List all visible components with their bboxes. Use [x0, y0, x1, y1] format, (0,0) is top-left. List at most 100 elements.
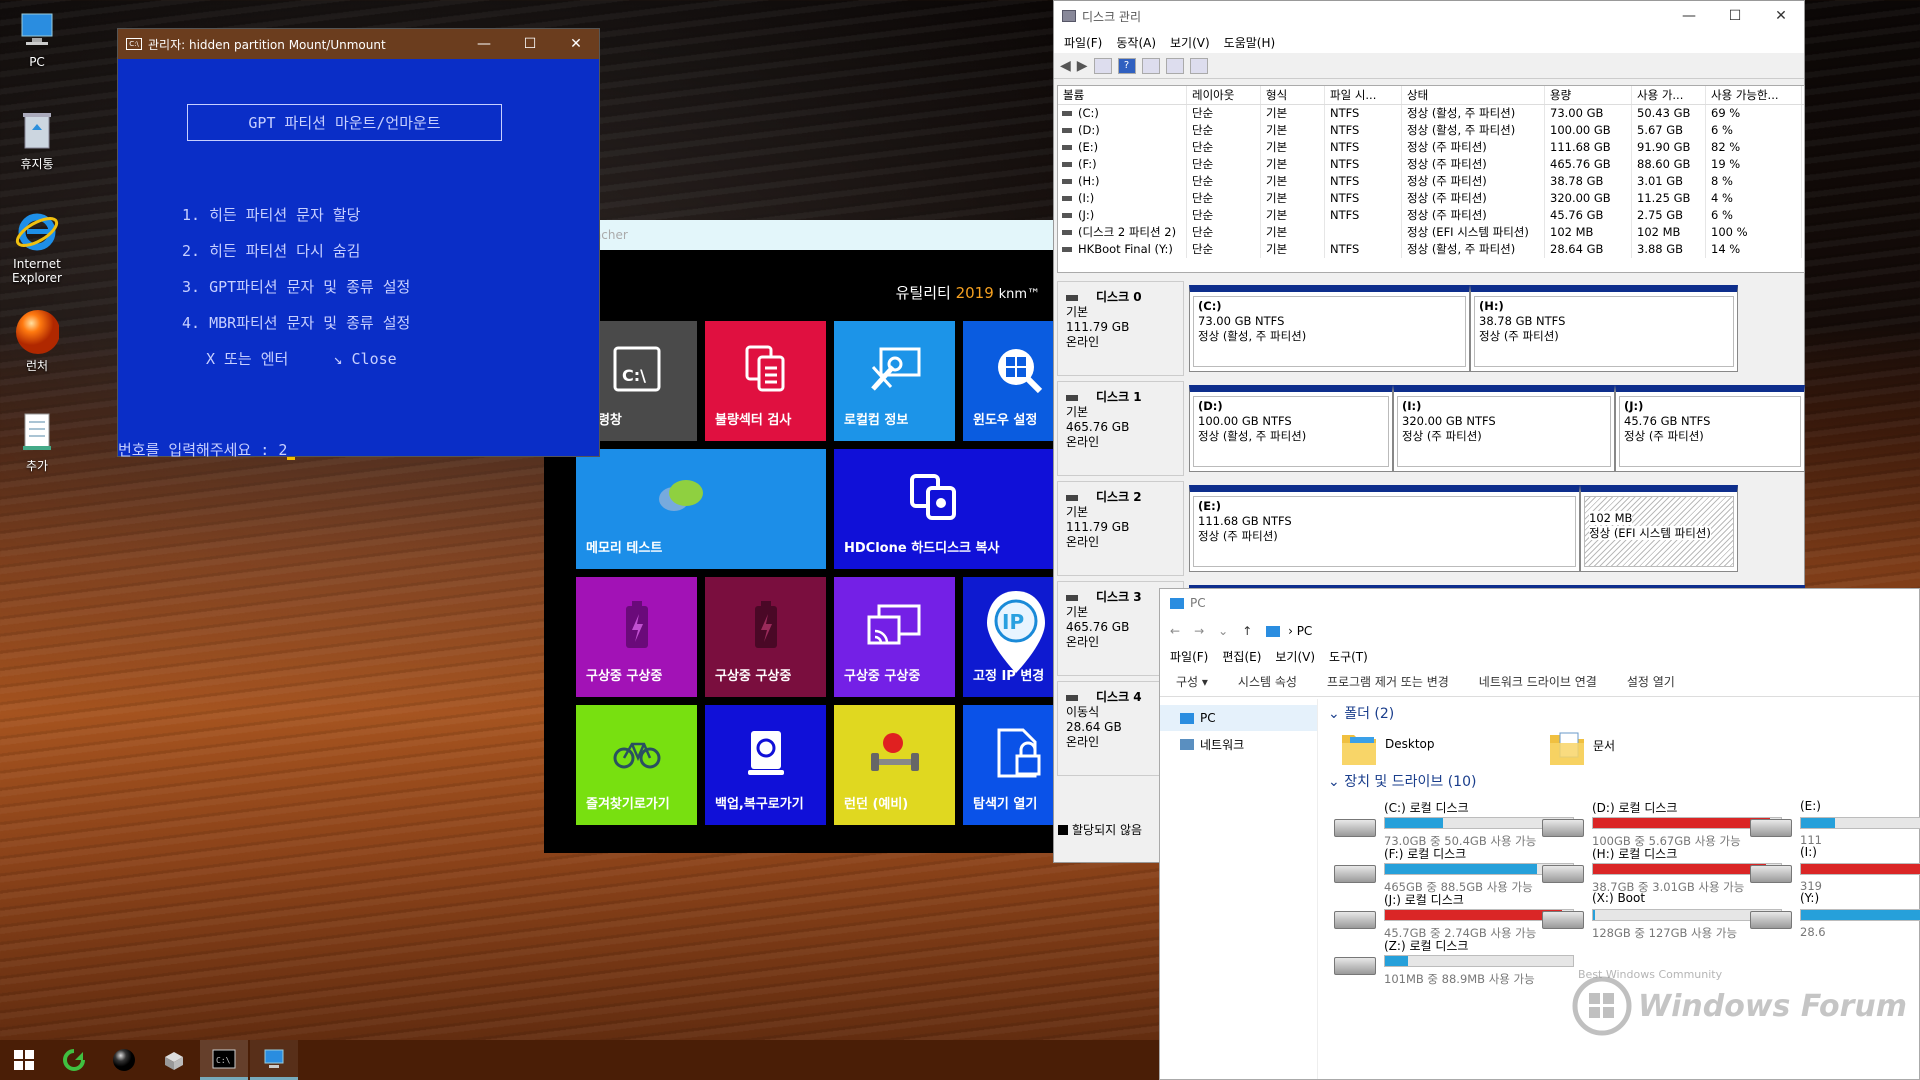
explorer-titlebar[interactable]: PC: [1160, 589, 1919, 617]
ip-location-pin-icon: IP: [986, 591, 1045, 674]
minimize-button[interactable]: —: [461, 36, 507, 52]
taskbar-sphere-app[interactable]: [100, 1040, 148, 1080]
tile-planned-2[interactable]: 구상중 구상중: [705, 577, 826, 697]
disk-management-titlebar[interactable]: 디스크 관리 — ☐ ✕: [1054, 1, 1804, 31]
tile-windows-settings[interactable]: 윈도우 설정: [963, 321, 1054, 441]
partition-i[interactable]: (I:) 320.00 GB NTFS 정상 (주 파티션): [1393, 385, 1615, 472]
menu-edit[interactable]: 편집(E): [1222, 648, 1261, 665]
menu-help[interactable]: 도움말(H): [1224, 34, 1276, 51]
desktop-icon-launcher[interactable]: 런처: [2, 310, 72, 374]
partition-d[interactable]: (D:) 100.00 GB NTFS 정상 (활성, 주 파티션): [1189, 385, 1393, 472]
launcher-titlebar[interactable]: Launcher: [544, 220, 1054, 250]
nav-item-pc[interactable]: PC: [1160, 705, 1317, 731]
partition-e[interactable]: (E:) 111.68 GB NTFS 정상 (주 파티션): [1189, 485, 1580, 572]
tile-label: 고정 IP 변경: [973, 669, 1045, 684]
menu-file[interactable]: 파일(F): [1064, 34, 1102, 51]
drive-item[interactable]: (Y:) 28.6: [1750, 891, 1920, 945]
desktop-icon-internet-explorer[interactable]: Internet Explorer: [2, 210, 72, 285]
address-text: PC: [1296, 624, 1313, 638]
col-status[interactable]: 상태: [1402, 86, 1545, 104]
volume-row[interactable]: (H:) 단순 기본 NTFS 정상 (주 파티션) 38.78 GB 3.01 GB 8 %: [1058, 173, 1804, 190]
drive-name: (Y:): [1800, 891, 1820, 905]
tile-static-ip[interactable]: IP 고정 IP 변경: [963, 577, 1054, 697]
col-type[interactable]: 형식: [1261, 86, 1325, 104]
tile-favorites[interactable]: 즐겨찾기로가기: [576, 705, 697, 825]
col-layout[interactable]: 레이아웃: [1187, 86, 1261, 104]
tile-planned-1[interactable]: 구상중 구상중: [576, 577, 697, 697]
col-filesystem[interactable]: 파일 시...: [1325, 86, 1402, 104]
volume-row[interactable]: (J:) 단순 기본 NTFS 정상 (주 파티션) 45.76 GB 2.75 GB 6 %: [1058, 207, 1804, 224]
volume-row[interactable]: (D:) 단순 기본 NTFS 정상 (활성, 주 파티션) 100.00 GB 5.67 …: [1058, 122, 1804, 139]
forward-arrow-icon[interactable]: ▶: [1077, 58, 1088, 74]
volume-row[interactable]: (디스크 2 파티션 2) 단순 기본 정상 (EFI 시스템 파티션) 102 MB 1…: [1058, 224, 1804, 241]
folder-documents[interactable]: 문서: [1548, 727, 1688, 773]
map-network-drive-button[interactable]: 네트워크 드라이브 연결: [1479, 673, 1597, 690]
menu-file[interactable]: 파일(F): [1170, 648, 1208, 665]
address-bar[interactable]: › PC: [1266, 624, 1312, 638]
tile-local-info[interactable]: 로컬컴 정보: [834, 321, 955, 441]
folders-group-header[interactable]: ⌄ 폴더 (2): [1328, 703, 1394, 723]
menu-action[interactable]: 동작(A): [1116, 34, 1156, 51]
desktop-icon-recycle-bin[interactable]: 휴지통: [2, 108, 72, 172]
disk-label[interactable]: 디스크 0 기본 111.79 GB 온라인: [1057, 281, 1184, 376]
desktop-icon-add[interactable]: 추가: [2, 410, 72, 474]
drive-item[interactable]: (Z:) 로컬 디스크 101MB 중 88.9MB 사용 가능: [1334, 937, 1584, 991]
console-titlebar[interactable]: C:\ 관리자: hidden partition Mount/Unmount …: [118, 29, 599, 59]
tile-london[interactable]: 런던 (예비): [834, 705, 955, 825]
partition-j[interactable]: (J:) 45.76 GB NTFS 정상 (주 파티션): [1615, 385, 1805, 472]
disk-label[interactable]: 디스크 1 기본 465.76 GB 온라인: [1057, 381, 1184, 476]
tile-bad-sector[interactable]: 불량섹터 검사: [705, 321, 826, 441]
partition-efi[interactable]: 102 MB 정상 (EFI 시스템 파티션): [1580, 485, 1738, 572]
organize-button[interactable]: 구성 ▾: [1176, 673, 1208, 690]
connect-icon[interactable]: [1165, 57, 1184, 74]
view-icon[interactable]: [1141, 57, 1160, 74]
col-capacity[interactable]: 용량: [1545, 86, 1632, 104]
col-free[interactable]: 사용 가...: [1632, 86, 1706, 104]
volume-row[interactable]: (F:) 단순 기본 NTFS 정상 (주 파티션) 465.76 GB 88.60 GB 1…: [1058, 156, 1804, 173]
tile-explorer[interactable]: 탐색기 열기: [963, 705, 1054, 825]
help-icon[interactable]: ?: [1117, 57, 1136, 74]
taskbar-refresh-app[interactable]: [50, 1040, 98, 1080]
close-button[interactable]: ✕: [1758, 8, 1804, 24]
menu-view[interactable]: 보기(V): [1275, 648, 1315, 665]
taskbar-drive-app[interactable]: [150, 1040, 198, 1080]
partition-h[interactable]: (H:) 38.78 GB NTFS 정상 (주 파티션): [1470, 285, 1738, 372]
volume-row[interactable]: (C:) 단순 기본 NTFS 정상 (활성, 주 파티션) 73.00 GB 50.43 …: [1058, 105, 1804, 122]
volume-row[interactable]: HKBoot Final (Y:) 단순 기본 NTFS 정상 (활성, 주 파티션) 2…: [1058, 241, 1804, 258]
disk-name: 디스크 1: [1096, 390, 1142, 404]
partition-c[interactable]: (C:) 73.00 GB NTFS 정상 (활성, 주 파티션): [1189, 285, 1470, 372]
folder-desktop[interactable]: Desktop: [1340, 727, 1480, 773]
uninstall-button[interactable]: 프로그램 제거 또는 변경: [1327, 673, 1449, 690]
forward-arrow-icon[interactable]: →: [1194, 624, 1204, 638]
up-arrow-icon[interactable]: ↑: [1242, 624, 1252, 638]
menu-tools[interactable]: 도구(T): [1329, 648, 1368, 665]
minimize-button[interactable]: —: [1666, 8, 1712, 24]
col-free-percent[interactable]: 사용 가능한...: [1706, 86, 1802, 104]
taskbar-explorer-app[interactable]: [250, 1040, 298, 1080]
volume-row[interactable]: (I:) 단순 기본 NTFS 정상 (주 파티션) 320.00 GB 11.25 GB 4…: [1058, 190, 1804, 207]
tile-backup[interactable]: 백업,복구로가기: [705, 705, 826, 825]
col-volume[interactable]: 볼륨: [1058, 86, 1187, 104]
settings-icon[interactable]: [1189, 57, 1208, 74]
tile-planned-3[interactable]: 구상중 구상중: [834, 577, 955, 697]
start-button[interactable]: [0, 1040, 48, 1080]
desktop-icon-pc[interactable]: PC: [2, 8, 72, 69]
open-settings-button[interactable]: 설정 열기: [1627, 673, 1675, 690]
menu-view[interactable]: 보기(V): [1170, 34, 1210, 51]
disk-label[interactable]: 디스크 2 기본 111.79 GB 온라인: [1057, 481, 1184, 576]
properties-icon[interactable]: [1093, 57, 1112, 74]
chevron-down-icon[interactable]: ⌄: [1218, 624, 1228, 638]
tile-hdclone[interactable]: HDClone 하드디스크 복사: [834, 449, 1054, 569]
volume-row[interactable]: (E:) 단순 기본 NTFS 정상 (주 파티션) 111.68 GB 91.90 GB 8…: [1058, 139, 1804, 156]
close-button[interactable]: ✕: [553, 36, 599, 52]
console-prompt[interactable]: 번호를 입력해주세요 : 2: [118, 439, 296, 460]
tile-memory-test[interactable]: 메모리 테스트: [576, 449, 826, 569]
taskbar-console-app[interactable]: C:\: [200, 1040, 248, 1080]
nav-item-network[interactable]: 네트워크: [1160, 731, 1317, 757]
drives-group-header[interactable]: ⌄ 장치 및 드라이브 (10): [1328, 771, 1476, 791]
maximize-button[interactable]: ☐: [1712, 8, 1758, 24]
back-arrow-icon[interactable]: ←: [1170, 624, 1180, 638]
system-properties-button[interactable]: 시스템 속성: [1238, 673, 1297, 690]
maximize-button[interactable]: ☐: [507, 36, 553, 52]
back-arrow-icon[interactable]: ◀: [1060, 58, 1071, 74]
